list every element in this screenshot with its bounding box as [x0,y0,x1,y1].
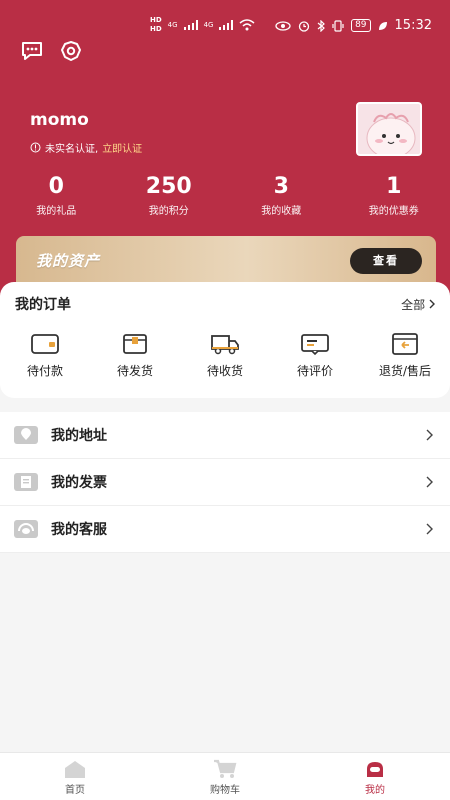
home-icon [65,761,85,778]
return-icon [392,333,418,355]
assets-title: 我的资产 [36,252,101,270]
chevron-right-icon [429,299,435,309]
orders-card: 我的订单 全部 待付款 待发货 待收货 待评价 退货/售后 [0,282,450,398]
eye-icon [275,20,291,31]
leaf-icon [378,21,387,30]
order-item-label: 待付款 [26,364,63,378]
verify-now-link[interactable]: 立即认证 [102,140,142,155]
tab-label: 我的 [365,785,385,796]
network-indicators: HD HD 4G 4G [150,16,255,34]
verification-status: 未实名认证, 立即认证 [30,140,142,155]
view-assets-button[interactable]: 查看 [350,248,422,274]
stat-value: 0 [48,174,64,199]
signal-icon [183,20,198,30]
menu-item-address[interactable]: 我的地址 [0,412,450,459]
box-icon [123,334,147,354]
stat-value: 3 [273,174,289,199]
orders-title: 我的订单 [15,297,71,313]
bluetooth-icon [317,19,325,32]
clock: 15:32 [394,18,432,33]
order-pending-payment[interactable]: 待付款 [0,332,90,379]
status-bar: HD HD 4G 4G 89 15:32 [0,14,450,40]
chat-icon[interactable] [20,40,46,62]
menu-list: 我的地址 我的发票 我的客服 [0,412,450,553]
bottom-tab-bar: 首页 购物车 我的 [0,752,450,800]
stat-label: 我的收藏 [261,206,302,217]
cart-icon [214,759,237,778]
tab-profile[interactable]: 我的 [300,753,450,800]
order-item-label: 待发货 [116,364,153,378]
order-returns[interactable]: 退货/售后 [360,332,450,379]
user-stats: 0 我的礼品 250 我的积分 3 我的收藏 1 我的优惠券 [0,172,450,217]
battery-indicator: 89 [351,19,371,32]
stat-favorites[interactable]: 3 我的收藏 [225,172,338,217]
stat-value: 250 [145,174,192,199]
order-item-label: 待评价 [296,364,333,378]
avatar[interactable] [356,102,422,156]
chevron-right-icon [426,429,433,441]
order-pending-receipt[interactable]: 待收货 [180,332,270,379]
menu-item-label: 我的地址 [51,428,107,444]
username: momo [30,110,89,130]
stat-label: 我的礼品 [36,206,77,217]
location-icon [14,426,38,444]
profile-icon [367,762,383,777]
tab-label: 首页 [65,785,85,796]
vibrate-icon [332,19,344,32]
invoice-icon [14,473,38,491]
signal-icon [219,20,234,30]
order-item-label: 待收货 [206,364,243,378]
stat-value: 1 [386,174,402,199]
alarm-icon [298,20,310,32]
stat-coupons[interactable]: 1 我的优惠券 [338,172,450,217]
order-item-label: 退货/售后 [378,364,432,378]
header-actions [20,40,84,62]
info-icon [30,142,41,153]
wifi-icon [239,19,255,31]
all-orders-label: 全部 [401,298,426,312]
tab-label: 购物车 [210,785,240,796]
system-indicators: 89 15:32 [275,18,432,33]
network-type-1: 4G [167,21,178,29]
stat-label: 我的优惠券 [368,206,419,217]
tab-cart[interactable]: 购物车 [150,753,300,800]
menu-item-label: 我的发票 [51,475,107,491]
order-pending-shipment[interactable]: 待发货 [90,332,180,379]
comment-icon [301,334,329,356]
chevron-right-icon [426,523,433,535]
settings-icon[interactable] [58,40,84,62]
verify-text: 未实名认证, [45,144,99,155]
stat-gifts[interactable]: 0 我的礼品 [0,172,113,217]
menu-item-customer-service[interactable]: 我的客服 [0,506,450,553]
stat-points[interactable]: 250 我的积分 [113,172,226,217]
stat-label: 我的积分 [148,206,189,217]
truck-icon [211,335,239,355]
all-orders-link[interactable]: 全部 [401,296,436,313]
menu-item-label: 我的客服 [51,522,107,538]
chevron-right-icon [426,476,433,488]
wallet-icon [31,334,59,354]
customer-service-icon [14,520,38,538]
order-status-row: 待付款 待发货 待收货 待评价 退货/售后 [0,332,450,379]
tab-home[interactable]: 首页 [0,753,150,800]
hd-indicator: HD HD [150,16,162,33]
order-pending-review[interactable]: 待评价 [270,332,360,379]
menu-item-invoice[interactable]: 我的发票 [0,459,450,506]
network-type-2: 4G [203,21,214,29]
